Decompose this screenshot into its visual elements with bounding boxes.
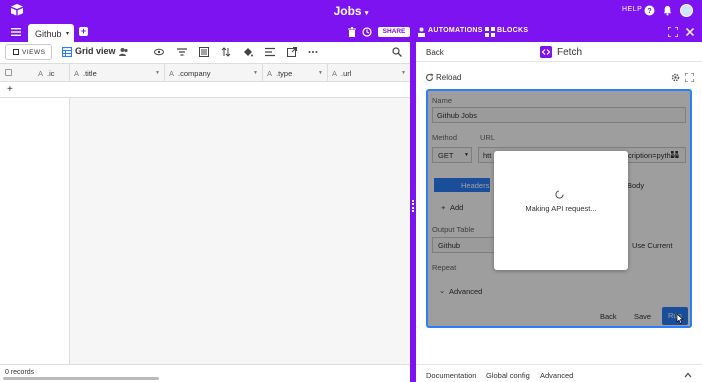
- base-title-text[interactable]: Jobs: [334, 4, 362, 18]
- fetch-form-block: Name Github Jobs Method URL GET ▼ htt cr…: [426, 89, 692, 328]
- add-table-button[interactable]: +: [79, 27, 88, 36]
- column-header-label: .ic: [47, 69, 55, 78]
- blocks-button[interactable]: BLOCKS: [497, 27, 528, 34]
- panel-header: Back Fetch: [416, 42, 702, 62]
- history-icon[interactable]: [362, 27, 372, 37]
- code-icon: [540, 46, 552, 58]
- row-height-icon[interactable]: [265, 47, 275, 57]
- grid-empty-area: [70, 98, 411, 364]
- share-button[interactable]: SHARE: [378, 27, 410, 37]
- horizontal-scrollbar[interactable]: [3, 377, 159, 380]
- loading-message: Making API request...: [525, 204, 597, 213]
- grid-icon: [62, 47, 72, 57]
- column-header-company[interactable]: A .company ▼: [165, 64, 263, 82]
- group-icon[interactable]: [199, 47, 209, 57]
- column-header-ic[interactable]: A .ic: [34, 64, 70, 82]
- loading-modal: Making API request...: [494, 151, 628, 270]
- color-icon[interactable]: [243, 47, 253, 57]
- reload-button[interactable]: Reload: [436, 73, 461, 82]
- chevron-down-icon[interactable]: ▼: [401, 70, 406, 76]
- documentation-link[interactable]: Documentation: [426, 371, 476, 380]
- app-window: Jobs ▾ HELP ? Github ▾ + SHARE AUTOMATIO…: [0, 0, 702, 382]
- settings-gear-icon[interactable]: [671, 73, 680, 82]
- panel-title: Fetch: [557, 47, 583, 58]
- close-icon[interactable]: [685, 27, 695, 37]
- grid-left-pane: [0, 98, 70, 364]
- column-header-label: .url: [341, 69, 352, 78]
- chevron-down-icon[interactable]: ▾: [365, 10, 369, 17]
- top-bar: Jobs ▾ HELP ?: [0, 0, 702, 22]
- tab-github-label: Github: [35, 29, 62, 39]
- reload-icon[interactable]: [425, 73, 434, 82]
- views-button[interactable]: VIEWS: [5, 44, 52, 60]
- view-toolbar: VIEWS Grid view: [0, 42, 411, 64]
- cursor-icon: [676, 314, 684, 324]
- table-tab-bar: Github ▾ + SHARE AUTOMATIONS BLOCKS: [0, 22, 702, 42]
- share-view-icon[interactable]: [287, 47, 297, 57]
- sidebar-toggle-icon: [13, 49, 19, 55]
- tab-github[interactable]: Github ▾: [28, 24, 74, 42]
- add-record-row[interactable]: +: [0, 82, 411, 98]
- advanced-link[interactable]: Advanced: [540, 371, 573, 380]
- column-header-type[interactable]: A .type ▼: [263, 64, 328, 82]
- panel-footer: Documentation Global config Advanced: [416, 364, 702, 382]
- global-config-link[interactable]: Global config: [486, 371, 530, 380]
- chevron-down-icon[interactable]: ▼: [253, 70, 258, 76]
- column-header-label: .company: [178, 69, 211, 78]
- text-field-icon: A: [38, 69, 44, 78]
- chevron-down-icon[interactable]: ▼: [155, 70, 160, 76]
- loading-spinner-icon: [555, 190, 564, 199]
- column-header-title[interactable]: A .title ▼: [70, 64, 165, 82]
- blocks-icon[interactable]: [485, 27, 495, 37]
- back-button[interactable]: Back: [426, 48, 444, 57]
- collaborators-icon[interactable]: [119, 47, 129, 57]
- text-field-icon: A: [267, 69, 273, 78]
- airtable-logo-icon[interactable]: [10, 4, 24, 16]
- column-header-label: .title: [83, 69, 97, 78]
- chevron-down-icon[interactable]: ▼: [318, 70, 323, 76]
- grid-view-label[interactable]: Grid view: [75, 46, 116, 56]
- svg-text:?: ?: [647, 8, 651, 15]
- expand-icon[interactable]: [685, 73, 694, 82]
- filter-icon[interactable]: [177, 47, 187, 57]
- help-icon[interactable]: ?: [644, 5, 655, 16]
- text-field-icon: A: [332, 69, 338, 78]
- user-avatar[interactable]: [680, 4, 693, 17]
- text-field-icon: A: [169, 69, 175, 78]
- text-field-icon: A: [74, 69, 80, 78]
- column-header-url[interactable]: A .url ▼: [328, 64, 411, 82]
- fetch-block-panel: Back Fetch Reload Name Github Jobs Metho…: [416, 42, 702, 382]
- fullscreen-icon[interactable]: [668, 27, 678, 37]
- grid-header: A .ic A .title ▼ A .company ▼ A .type ▼ A .url ▼: [0, 64, 411, 82]
- collapse-icon[interactable]: [684, 372, 692, 378]
- drag-handle-icon[interactable]: [412, 200, 414, 212]
- notification-bell-icon[interactable]: [662, 5, 673, 16]
- search-icon[interactable]: [392, 47, 402, 57]
- trash-icon[interactable]: [347, 27, 357, 37]
- hide-fields-icon[interactable]: [154, 47, 164, 57]
- more-icon[interactable]: [308, 47, 318, 57]
- sort-icon[interactable]: [221, 47, 231, 57]
- chevron-down-icon[interactable]: ▾: [66, 30, 69, 37]
- base-title: Jobs ▾: [0, 4, 702, 18]
- record-count: 0 records: [5, 369, 35, 376]
- automations-button[interactable]: AUTOMATIONS: [428, 27, 483, 34]
- robot-icon[interactable]: [417, 27, 426, 37]
- select-all-checkbox[interactable]: [5, 69, 12, 76]
- add-record-plus[interactable]: +: [7, 84, 13, 95]
- hamburger-menu-icon[interactable]: [11, 27, 21, 37]
- column-header-label: .type: [276, 69, 293, 78]
- views-label: VIEWS: [22, 49, 46, 56]
- help-button[interactable]: HELP: [622, 6, 642, 13]
